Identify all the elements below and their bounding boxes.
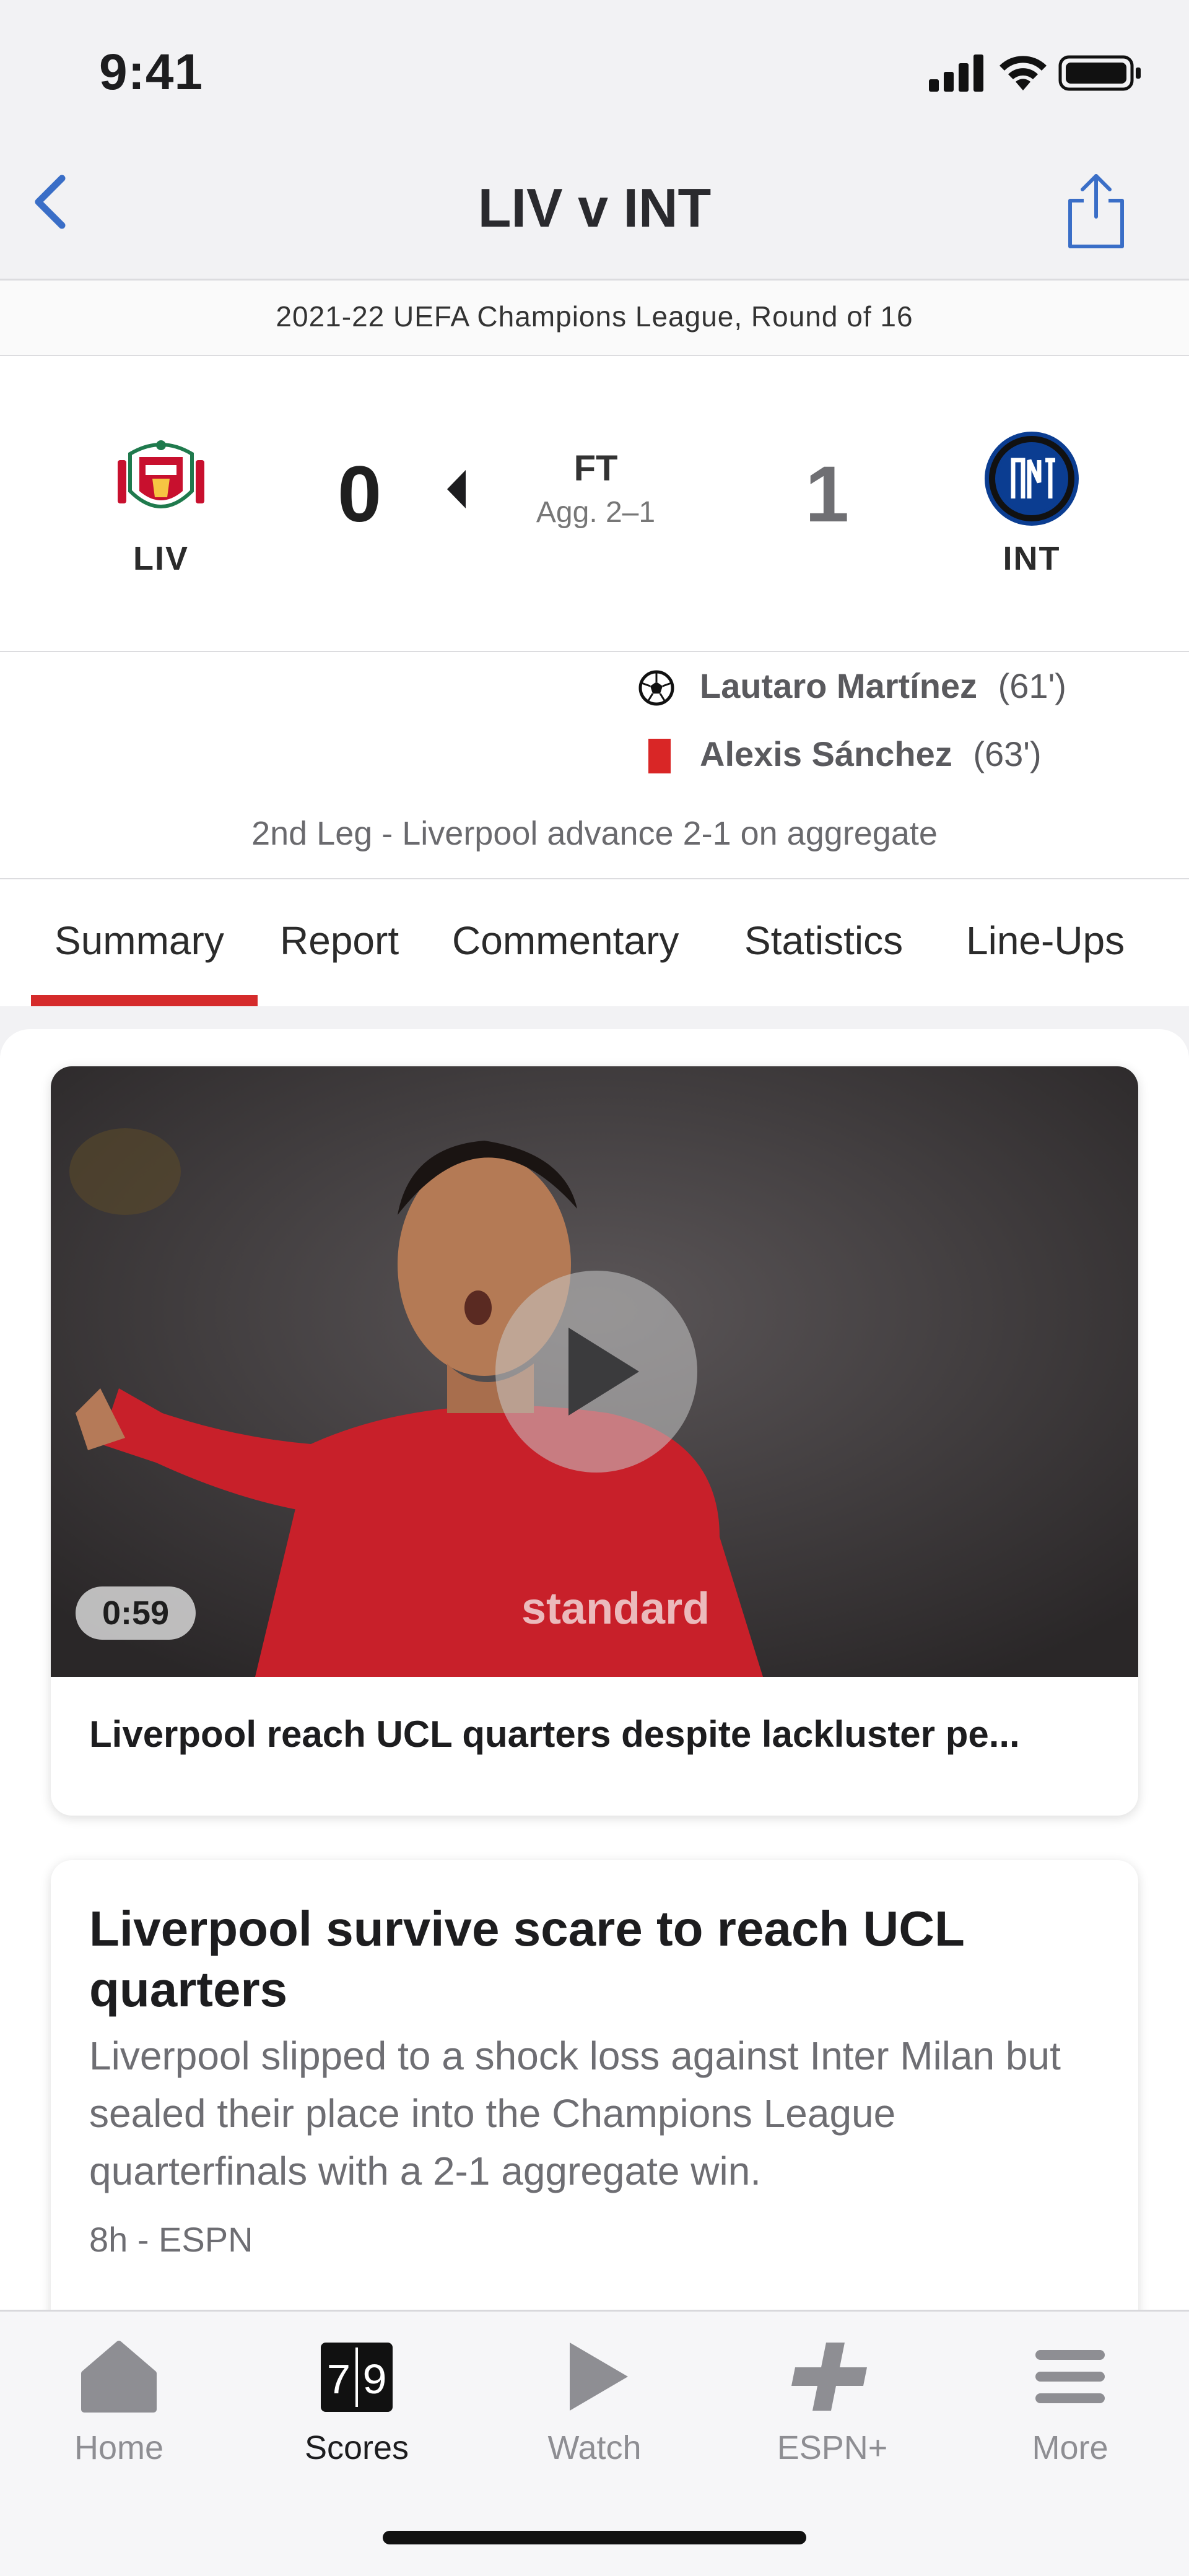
wifi-icon [1000, 56, 1047, 90]
svg-text:standard: standard [521, 1584, 710, 1634]
video-title[interactable]: Liverpool reach UCL quarters despite lac… [89, 1713, 1105, 1756]
video-card[interactable]: standard 0:59 Liverpool reach UCL quarte… [51, 1066, 1138, 1816]
tab-summary[interactable]: Summary [54, 918, 224, 964]
tabbar-scores[interactable]: 7 9 Scores [238, 2336, 476, 2467]
status-time: 9:41 [99, 44, 204, 100]
play-icon [570, 2343, 628, 2411]
tabbar-label: ESPN+ [777, 2429, 888, 2466]
scoreboard-digit-right: 9 [362, 2358, 388, 2407]
aggregate-score: Agg. 2–1 [536, 496, 656, 529]
article-meta: 8h - ESPN [89, 2220, 253, 2259]
scoreboard: LIV 0 FT Agg. 2–1 1 INT [0, 356, 1189, 651]
article-summary: Liverpool slipped to a shock loss agains… [89, 2034, 1061, 2193]
article-card[interactable]: Liverpool survive scare to reach UCL qua… [51, 1860, 1138, 2356]
battery-icon [1058, 55, 1141, 91]
page-title: LIV v INT [477, 177, 712, 238]
play-button[interactable] [495, 1271, 697, 1473]
away-team-abbr: INT [1003, 540, 1061, 577]
home-score: 0 [338, 450, 382, 539]
match-events: Lautaro Martínez (61') Alexis Sánchez (6… [0, 652, 1189, 878]
cellular-signal-icon [929, 54, 983, 92]
red-card-icon [648, 739, 671, 773]
competition-label: 2021-22 UEFA Champions League, Round of … [0, 281, 1189, 355]
menu-icon [1035, 2350, 1105, 2403]
tab-report[interactable]: Report [280, 918, 399, 964]
espn-plus-icon [791, 2343, 867, 2411]
tabbar-espn-plus[interactable]: ESPN+ [713, 2336, 951, 2467]
tabbar-watch[interactable]: Watch [476, 2336, 713, 2467]
leg-note: 2nd Leg - Liverpool advance 2-1 on aggre… [251, 815, 938, 852]
tabbar-label: More [1032, 2429, 1108, 2466]
tabbar-label: Watch [547, 2429, 642, 2466]
liverpool-crest-icon [118, 440, 204, 508]
navigation-bar: LIV v INT [0, 124, 1189, 279]
tab-statistics[interactable]: Statistics [744, 918, 903, 964]
tabbar-label: Home [74, 2429, 164, 2466]
status-icons [929, 54, 1141, 92]
inter-crest-icon [985, 432, 1079, 526]
event-player: Alexis Sánchez [700, 734, 952, 773]
away-score: 1 [805, 450, 850, 539]
article-title[interactable]: Liverpool survive scare to reach UCL qua… [89, 1899, 1092, 2020]
soccer-ball-icon [638, 670, 674, 706]
home-icon [81, 2341, 157, 2413]
event-minute: (61') [998, 666, 1066, 705]
tabbar-home[interactable]: Home [0, 2336, 238, 2467]
winner-indicator-icon [447, 470, 466, 508]
summary-content: standard 0:59 Liverpool reach UCL quarte… [0, 1029, 1189, 2356]
tabbar-more[interactable]: More [951, 2336, 1189, 2467]
video-duration: 0:59 [76, 1586, 196, 1640]
tab-commentary[interactable]: Commentary [452, 918, 679, 964]
match-tabs: Summary Report Commentary Statistics Lin… [0, 879, 1189, 1006]
play-icon [568, 1328, 639, 1416]
event-minute: (63') [973, 734, 1042, 773]
tab-line-ups[interactable]: Line-Ups [966, 918, 1125, 964]
event-player: Lautaro Martínez [700, 666, 978, 705]
home-team-abbr: LIV [133, 540, 189, 577]
match-status: FT [573, 448, 618, 489]
active-tab-indicator [31, 995, 258, 1006]
scoreboard-digit-left: 7 [326, 2358, 352, 2407]
share-icon[interactable] [1053, 167, 1139, 254]
home-indicator [383, 2531, 806, 2544]
tabbar-label: Scores [304, 2429, 409, 2466]
scoreboard-icon: 7 9 [321, 2343, 393, 2412]
